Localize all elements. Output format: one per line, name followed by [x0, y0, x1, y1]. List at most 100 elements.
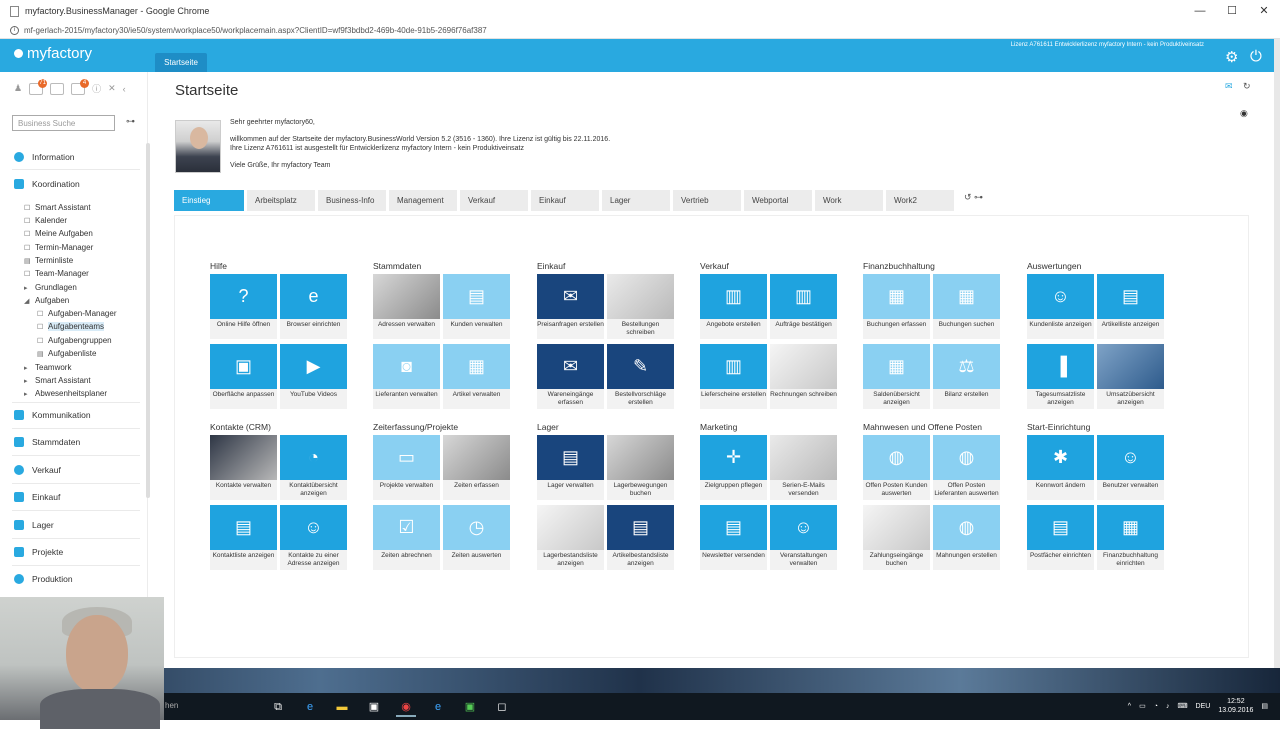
notifications-icon[interactable]: ▤: [1261, 702, 1268, 710]
network-icon[interactable]: ◔: [1154, 703, 1158, 710]
tools-icon[interactable]: ✕: [108, 83, 116, 94]
business-search-input[interactable]: Business Suche: [12, 115, 115, 131]
ie-icon[interactable]: e: [428, 697, 448, 717]
info-icon[interactable]: i: [10, 25, 19, 35]
tile-auftr-ge-best-tigen[interactable]: ▥ Aufträge bestätigen: [770, 274, 837, 339]
sidebar-subitem[interactable]: ☐ Kalender: [24, 216, 67, 225]
tile-kontaktliste-anzeigen[interactable]: ▤ Kontaktliste anzeigen: [210, 505, 277, 570]
tile-preisanfragen-erstellen[interactable]: ✉ Preisanfragen erstellen: [537, 274, 604, 339]
sidebar-subitem[interactable]: ☐ Smart Assistant: [24, 203, 91, 212]
tile-kontakte-zu-einer-adresse-anzeigen[interactable]: ☺ Kontakte zu einer Adresse anzeigen: [280, 505, 347, 570]
tasks-icon[interactable]: 4: [71, 78, 90, 95]
tab-vertrieb[interactable]: Vertrieb: [673, 190, 741, 211]
input-icon[interactable]: ⌨: [1177, 702, 1187, 710]
sidebar-subsubitem[interactable]: ☐ Aufgaben-Manager: [37, 309, 117, 318]
chrome-icon[interactable]: ◉: [396, 697, 416, 717]
tile-kunden-verwalten[interactable]: ▤ Kunden verwalten: [443, 274, 510, 339]
sidebar-subitem[interactable]: ◢ Aufgaben: [24, 296, 69, 305]
language-indicator[interactable]: DEU: [1196, 703, 1211, 710]
tab-verkauf[interactable]: Verkauf: [460, 190, 528, 211]
tile-zeiten-auswerten[interactable]: ◷ Zeiten auswerten: [443, 505, 510, 570]
tile-zeiten-erfassen[interactable]: Zeiten erfassen: [443, 435, 510, 500]
sidebar-subitem[interactable]: ▤ Terminliste: [24, 256, 73, 265]
tile-rechnungen-schreiben[interactable]: Rechnungen schreiben: [770, 344, 837, 409]
clock[interactable]: 12:52 13.09.2016: [1218, 697, 1253, 715]
tray-arrow-icon[interactable]: ^: [1128, 703, 1131, 710]
tile-lieferscheine-erstellen[interactable]: ▥ Lieferscheine erstellen: [700, 344, 767, 409]
sidebar-subitem[interactable]: ▸ Smart Assistant: [24, 376, 91, 385]
close-button[interactable]: ✕: [1248, 0, 1280, 22]
app-logo[interactable]: myfactory: [14, 45, 92, 62]
sidebar-subsubitem[interactable]: ☐ Aufgabengruppen: [37, 336, 112, 345]
tile-benutzer-verwalten[interactable]: ☺ Benutzer verwalten: [1097, 435, 1164, 500]
camtasia-icon[interactable]: ▣: [460, 697, 480, 717]
url-text[interactable]: mf-gerlach-2015/myfactory30/ie50/system/…: [24, 26, 487, 35]
mail-icon[interactable]: ✉: [1225, 81, 1233, 92]
messages-icon[interactable]: 71: [29, 78, 48, 95]
tab-settings-icon[interactable]: ↺ ⊶: [964, 192, 983, 203]
tile-lagerbewegungen-buchen[interactable]: Lagerbewegungen buchen: [607, 435, 674, 500]
tile-newsletter-versenden[interactable]: ▤ Newsletter versenden: [700, 505, 767, 570]
tile-artikel-verwalten[interactable]: ▦ Artikel verwalten: [443, 344, 510, 409]
sidebar-item-produktion[interactable]: Produktion: [14, 574, 73, 584]
sidebar-subsubitem-selected[interactable]: ☐ Aufgabenteams: [37, 322, 105, 331]
tile-kontakt-bersicht-anzeigen[interactable]: ◔ Kontaktübersicht anzeigen: [280, 435, 347, 500]
tile-artikelbestandsliste-anzeigen[interactable]: ▤ Artikelbestandsliste anzeigen: [607, 505, 674, 570]
tile-kundenliste-anzeigen[interactable]: ☺ Kundenliste anzeigen: [1027, 274, 1094, 339]
tile-lager-verwalten[interactable]: ▤ Lager verwalten: [537, 435, 604, 500]
search-go-icon[interactable]: ⊶: [126, 116, 135, 127]
maximize-button[interactable]: ☐: [1216, 0, 1248, 22]
tile-kontakte-verwalten[interactable]: Kontakte verwalten: [210, 435, 277, 500]
tile-angebote-erstellen[interactable]: ▥ Angebote erstellen: [700, 274, 767, 339]
tile-salden-bersicht-anzeigen[interactable]: ▦ Saldenübersicht anzeigen: [863, 344, 930, 409]
task-view-icon[interactable]: ⧉: [268, 697, 288, 717]
tab-startseite[interactable]: Startseite: [155, 53, 207, 72]
tile-serien-e-mails-versenden[interactable]: Serien-E-Mails versenden: [770, 435, 837, 500]
tab-business-info[interactable]: Business-Info: [318, 190, 386, 211]
tile-zielgruppen-pflegen[interactable]: ✛ Zielgruppen pflegen: [700, 435, 767, 500]
tile-finanzbuchhaltung-einrichten[interactable]: ▦ Finanzbuchhaltung einrichten: [1097, 505, 1164, 570]
tab-work[interactable]: Work: [815, 190, 883, 211]
sidebar-item-stammdaten[interactable]: Stammdaten: [14, 437, 80, 447]
tile-artikelliste-anzeigen[interactable]: ▤ Artikelliste anzeigen: [1097, 274, 1164, 339]
sidebar-item-projekte[interactable]: Projekte: [14, 547, 63, 557]
tile-bestellvorschl-ge-erstellen[interactable]: ✎ Bestellvorschläge erstellen: [607, 344, 674, 409]
minimize-button[interactable]: —: [1184, 0, 1216, 22]
tab-einkauf[interactable]: Einkauf: [531, 190, 599, 211]
sidebar-subitem[interactable]: ▸ Teamwork: [24, 363, 71, 372]
tile-offen-posten-lieferanten-auswerten[interactable]: ◍ Offen Posten Lieferanten auswerten: [933, 435, 1000, 500]
sidebar-subitem[interactable]: ☐ Termin-Manager: [24, 243, 93, 252]
tile-buchungen-erfassen[interactable]: ▦ Buchungen erfassen: [863, 274, 930, 339]
tile-kennwort-ndern[interactable]: ✱ Kennwort ändern: [1027, 435, 1094, 500]
tile-bestellungen-schreiben[interactable]: Bestellungen schreiben: [607, 274, 674, 339]
explorer-icon[interactable]: ▬: [332, 697, 352, 717]
tile-oberfl-che-anpassen[interactable]: ▣ Oberfläche anpassen: [210, 344, 277, 409]
refresh-icon[interactable]: ↻: [1243, 81, 1251, 92]
calendar-icon[interactable]: [50, 82, 65, 95]
tile-projekte-verwalten[interactable]: ▭ Projekte verwalten: [373, 435, 440, 500]
sidebar-item-koordination[interactable]: Koordination: [14, 179, 80, 189]
page-scrollbar[interactable]: [1274, 39, 1280, 669]
tile-veranstaltungen-verwalten[interactable]: ☺ Veranstaltungen verwalten: [770, 505, 837, 570]
tile-online-hilfe-ffnen[interactable]: ? Online Hilfe öffnen: [210, 274, 277, 339]
tab-lager[interactable]: Lager: [602, 190, 670, 211]
sidebar-item-kommunikation[interactable]: Kommunikation: [14, 410, 91, 420]
sidebar-item-information[interactable]: Information: [14, 152, 75, 162]
tile-bilanz-erstellen[interactable]: ⚖ Bilanz erstellen: [933, 344, 1000, 409]
gear-icon[interactable]: ⚙: [1225, 48, 1238, 66]
edge-icon[interactable]: e: [300, 697, 320, 717]
sidebar-subitem[interactable]: ▸ Grundlagen: [24, 283, 77, 292]
tile-youtube-videos[interactable]: ▶ YouTube Videos: [280, 344, 347, 409]
info-circle-icon[interactable]: ⓘ: [92, 82, 101, 95]
power-icon[interactable]: ⏻: [1250, 48, 1262, 65]
tab-einstieg[interactable]: Einstieg: [174, 190, 244, 211]
tile-tagesumsatzliste-anzeigen[interactable]: ▐ Tagesumsatzliste anzeigen: [1027, 344, 1094, 409]
tab-webportal[interactable]: Webportal: [744, 190, 812, 211]
sidebar-subitem[interactable]: ☐ Meine Aufgaben: [24, 229, 93, 238]
tile-adressen-verwalten[interactable]: Adressen verwalten: [373, 274, 440, 339]
collapse-icon[interactable]: ‹: [123, 84, 126, 94]
tab-management[interactable]: Management: [389, 190, 457, 211]
sidebar-subsubitem[interactable]: ▤ Aufgabenliste: [37, 349, 96, 358]
tile-browser-einrichten[interactable]: e Browser einrichten: [280, 274, 347, 339]
tile-offen-posten-kunden-auswerten[interactable]: ◍ Offen Posten Kunden auswerten: [863, 435, 930, 500]
